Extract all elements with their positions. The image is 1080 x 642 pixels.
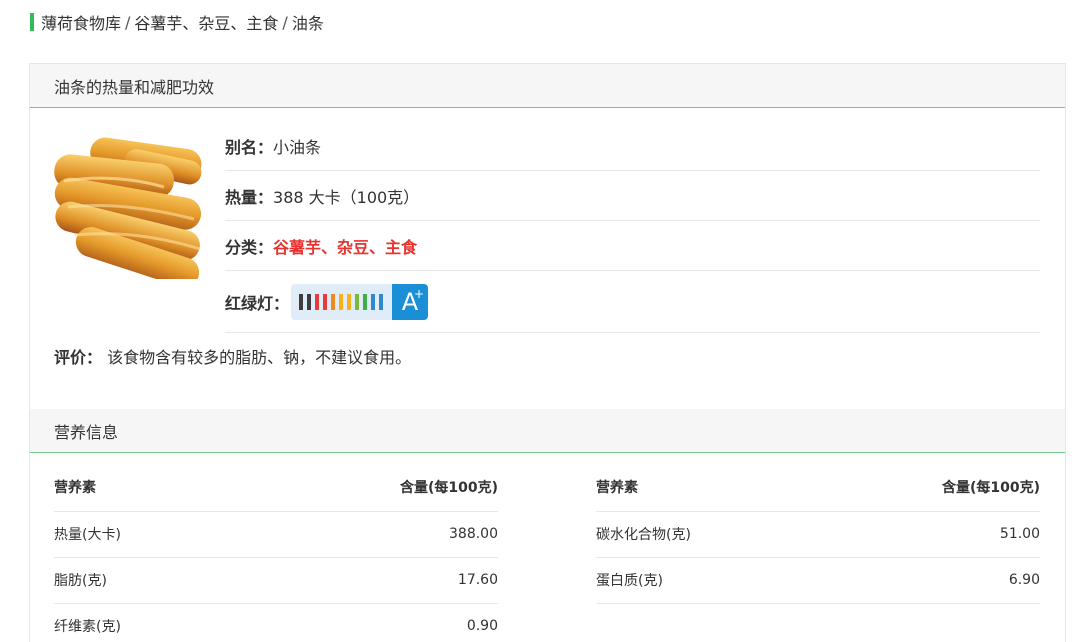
nutrient-name: 碳水化合物(克) xyxy=(596,526,691,543)
food-info-list: 别名： 小油条 热量： 388 大卡（100克） 分类： 谷薯芋、杂豆、主食 红… xyxy=(225,121,1040,333)
traffic-light-bars xyxy=(291,283,410,320)
breadcrumb-food-library[interactable]: 薄荷食物库 xyxy=(41,10,121,34)
traffic-light-bar xyxy=(331,293,336,310)
nutrient-value: 6.90 xyxy=(1008,571,1040,588)
nutrient-value: 388.00 xyxy=(449,525,498,542)
traffic-light-bar xyxy=(371,293,376,310)
alias-value: 小油条 xyxy=(273,137,322,157)
header-amount: 含量(每100克) xyxy=(399,480,498,496)
nutrient-value: 17.60 xyxy=(457,571,498,588)
nutrient-cell: 脂肪(克) 17.60 xyxy=(54,557,498,604)
traffic-light-bar xyxy=(299,293,304,310)
calorie-row: 热量： 388 大卡（100克） xyxy=(225,171,1040,221)
traffic-light-bar xyxy=(347,293,352,310)
evaluation: 评价： 该食物含有较多的脂肪、钠，不建议食用。 xyxy=(54,344,411,368)
traffic-light-bar xyxy=(355,293,360,310)
calorie-value: 388 大卡（100克） xyxy=(273,187,420,207)
calorie-label: 热量： xyxy=(225,187,274,207)
category-row: 分类： 谷薯芋、杂豆、主食 xyxy=(225,221,1040,271)
nutrition-table: 营养素 含量(每100克) 营养素 含量(每100克) 热量(大卡) 388.00… xyxy=(54,464,1040,642)
food-detail-page: 薄荷食物库 / 谷薯芋、杂豆、主食 / 油条 油条的热量和减肥功效 别名： 小油… xyxy=(0,0,1080,642)
breadcrumb-accent-bar xyxy=(30,13,34,31)
traffic-light-bar xyxy=(363,293,368,310)
traffic-light-bar xyxy=(323,293,328,310)
breadcrumb-current: 油条 xyxy=(291,14,324,33)
traffic-light-row: 红绿灯： A + xyxy=(225,271,1040,333)
category-label: 分类： xyxy=(225,237,274,257)
nutrition-table-header: 营养素 含量(每100克) 营养素 含量(每100克) xyxy=(54,464,1040,512)
table-row: 纤维素(克) 0.90 xyxy=(54,603,1040,642)
traffic-light-label: 红绿灯： xyxy=(225,293,290,313)
nutrient-name: 纤维素(克) xyxy=(54,618,121,635)
table-row: 脂肪(克) 17.60 蛋白质(克) 6.90 xyxy=(54,557,1040,604)
evaluation-label: 评价： xyxy=(54,348,103,367)
nutrient-cell xyxy=(596,603,1040,642)
nutrient-name: 热量(大卡) xyxy=(54,526,121,543)
nutrient-cell: 碳水化合物(克) 51.00 xyxy=(596,511,1040,558)
nutrient-name: 蛋白质(克) xyxy=(596,572,663,589)
food-info-panel: 油条的热量和减肥功效 别名： 小油条 热量： 388 大卡（100克） 分类： … xyxy=(29,63,1066,642)
traffic-light-bar xyxy=(339,293,344,310)
breadcrumb: 薄荷食物库 / 谷薯芋、杂豆、主食 / 油条 xyxy=(30,11,324,33)
health-grade-plus: + xyxy=(413,286,425,301)
nutrition-title: 营养信息 xyxy=(30,409,1065,453)
traffic-light-indicator[interactable]: A + xyxy=(291,283,429,320)
traffic-light-bar xyxy=(315,293,320,310)
food-image xyxy=(54,137,202,279)
nutrient-cell: 蛋白质(克) 6.90 xyxy=(596,557,1040,604)
breadcrumb-separator: / xyxy=(282,12,288,32)
alias-label: 别名： xyxy=(225,137,274,157)
alias-row: 别名： 小油条 xyxy=(225,121,1040,171)
nutrient-cell: 纤维素(克) 0.90 xyxy=(54,603,498,642)
health-grade-badge: A + xyxy=(392,283,429,320)
food-info-title: 油条的热量和减肥功效 xyxy=(30,64,1065,108)
breadcrumb-category[interactable]: 谷薯芋、杂豆、主食 xyxy=(134,10,278,34)
traffic-light-bar xyxy=(379,293,384,310)
header-nutrient: 营养素 xyxy=(596,480,638,496)
header-nutrient: 营养素 xyxy=(54,480,96,496)
traffic-light-bar xyxy=(307,293,312,310)
nutrient-name: 脂肪(克) xyxy=(54,572,107,589)
evaluation-text: 该食物含有较多的脂肪、钠，不建议食用。 xyxy=(107,348,412,367)
breadcrumb-separator: / xyxy=(125,12,131,32)
nutrient-cell: 热量(大卡) 388.00 xyxy=(54,511,498,558)
nutrient-value: 0.90 xyxy=(466,617,498,634)
table-row: 热量(大卡) 388.00 碳水化合物(克) 51.00 xyxy=(54,511,1040,558)
nutrient-value: 51.00 xyxy=(999,525,1040,542)
category-link[interactable]: 谷薯芋、杂豆、主食 xyxy=(273,238,417,257)
header-amount: 含量(每100克) xyxy=(941,480,1040,496)
